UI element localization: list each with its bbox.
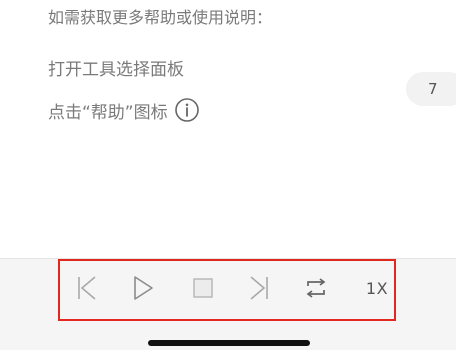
skip-back-icon [78, 276, 96, 300]
help-step-open-panel: 打开工具选择面板 [48, 60, 184, 80]
repeat-button[interactable] [300, 273, 332, 303]
skip-forward-icon [250, 276, 268, 300]
stop-button[interactable] [188, 273, 218, 303]
play-icon [134, 276, 153, 300]
help-intro-text: 如需获取更多帮助或使用说明： [48, 8, 273, 27]
help-step-click-help: 点击“帮助”图标 [48, 97, 200, 123]
screen: 如需获取更多帮助或使用说明： 打开工具选择面板 点击“帮助”图标 7 1X [0, 0, 456, 350]
page-number-badge[interactable]: 7 [406, 72, 456, 106]
speed-label: 1X [365, 278, 389, 298]
info-icon [174, 97, 200, 123]
page-number: 7 [428, 80, 438, 98]
highlight-box [58, 259, 396, 321]
play-button[interactable] [128, 273, 158, 303]
repeat-icon [306, 278, 326, 298]
playback-toolbar: 1X [0, 258, 456, 350]
skip-forward-button[interactable] [244, 273, 274, 303]
home-indicator[interactable] [148, 340, 310, 346]
speed-button[interactable]: 1X [362, 273, 392, 303]
help-step-click-label: 点击“帮助”图标 [48, 102, 168, 123]
stop-icon [193, 278, 213, 298]
skip-back-button[interactable] [72, 273, 102, 303]
